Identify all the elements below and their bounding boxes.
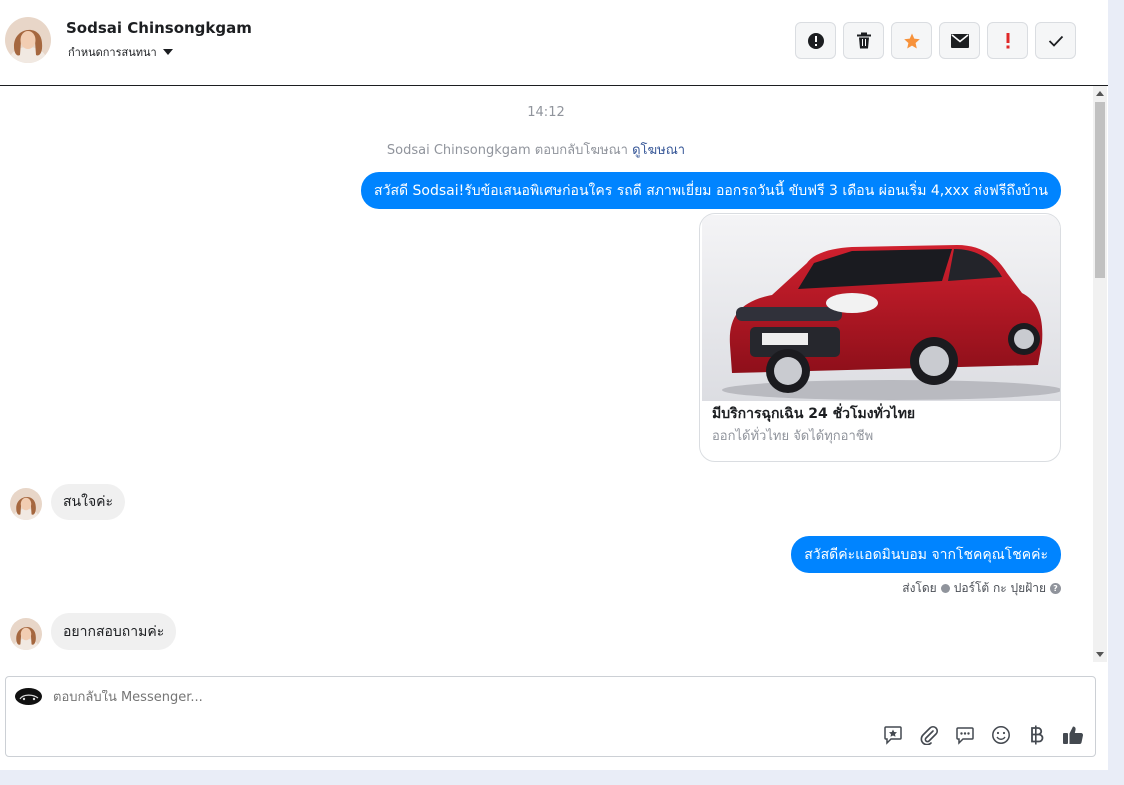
assign-conversation-dropdown[interactable]: กำหนดการสนทนา — [68, 43, 173, 61]
ad-reply-notice: Sodsai Chinsongkgam ตอบกลับโฆษณา ดูโฆษณา — [0, 139, 1072, 160]
customer-avatar — [10, 488, 42, 520]
delete-button[interactable] — [843, 22, 884, 59]
baht-payment-icon[interactable] — [1026, 724, 1048, 746]
reply-input[interactable] — [53, 690, 853, 705]
message-timestamp: 14:12 — [527, 105, 565, 120]
message-bubble-incoming[interactable]: สนใจค่ะ — [51, 484, 126, 520]
ad-reply-text: Sodsai Chinsongkgam ตอบกลับโฆษณา — [386, 143, 628, 158]
conversation-header: Sodsai Chinsongkgam กำหนดการสนทนา — [0, 0, 1108, 86]
customer-avatar — [10, 618, 42, 650]
mark-unread-button[interactable] — [939, 22, 980, 59]
exclamation-icon — [1006, 32, 1009, 48]
message-bubble-outgoing[interactable]: สวัสดีค่ะแอดมินบอม จากโชคคุณโชคค่ะ — [791, 536, 1061, 573]
attachment-icon[interactable] — [918, 724, 940, 746]
message-thread: 14:12 Sodsai Chinsongkgam ตอบกลับโฆษณา ด… — [0, 86, 1108, 662]
saved-reply-icon[interactable] — [882, 724, 904, 746]
assign-label: กำหนดการสนทนา — [68, 46, 157, 59]
message-bubble-incoming[interactable]: อยากสอบถามค่ะ — [51, 613, 177, 650]
message-composer — [5, 676, 1096, 757]
envelope-icon — [950, 33, 969, 48]
help-icon[interactable]: ? — [1050, 583, 1061, 594]
emoji-icon[interactable] — [990, 724, 1012, 746]
ad-card-subtitle: ออกได้ทั่วไทย จัดได้ทุกอาชีพ — [712, 429, 874, 444]
page-logo-icon — [15, 688, 42, 705]
contact-name[interactable]: Sodsai Chinsongkgam — [66, 19, 252, 37]
sent-by-info: ส่งโดย ปอร์โต้ กะ ปุยฝ้าย ? — [902, 579, 1061, 598]
view-ad-link[interactable]: ดูโฆษณา — [632, 143, 685, 158]
chevron-down-icon — [162, 49, 173, 55]
star-button[interactable] — [891, 22, 932, 59]
alert-circle-icon — [807, 32, 824, 49]
spam-button[interactable] — [795, 22, 836, 59]
sent-by-name: ปอร์โต้ กะ ปุยฝ้าย — [953, 581, 1046, 595]
scroll-up-arrow-icon[interactable] — [1096, 91, 1104, 96]
thread-scrollbar[interactable] — [1093, 86, 1107, 662]
inbox-conversation-panel: Sodsai Chinsongkgam กำหนดการสนทนา 14:12 … — [0, 0, 1108, 770]
message-bubble-outgoing[interactable]: สวัสดี Sodsai!รับข้อเสนอพิเศษก่อนใคร รถด… — [361, 172, 1061, 209]
scroll-thumb[interactable] — [1095, 102, 1105, 278]
admin-icon — [940, 584, 950, 593]
thumbs-up-icon[interactable] — [1062, 724, 1084, 746]
follow-up-button[interactable] — [987, 22, 1028, 59]
ad-card[interactable]: มีบริการฉุกเฉิน 24 ชั่วโมงทั่วไทย ออกได้… — [699, 213, 1061, 462]
ad-card-title: มีบริการฉุกเฉิน 24 ชั่วโมงทั่วไทย — [712, 406, 916, 422]
trash-icon — [856, 32, 871, 49]
checkmark-icon — [1048, 35, 1063, 47]
contact-avatar[interactable] — [5, 17, 51, 63]
star-icon — [903, 33, 920, 48]
ad-car-image[interactable] — [702, 215, 1060, 401]
sent-by-label: ส่งโดย — [902, 581, 937, 595]
mark-done-button[interactable] — [1035, 22, 1076, 59]
scroll-down-arrow-icon[interactable] — [1096, 652, 1104, 657]
chat-bubble-icon[interactable] — [954, 724, 976, 746]
